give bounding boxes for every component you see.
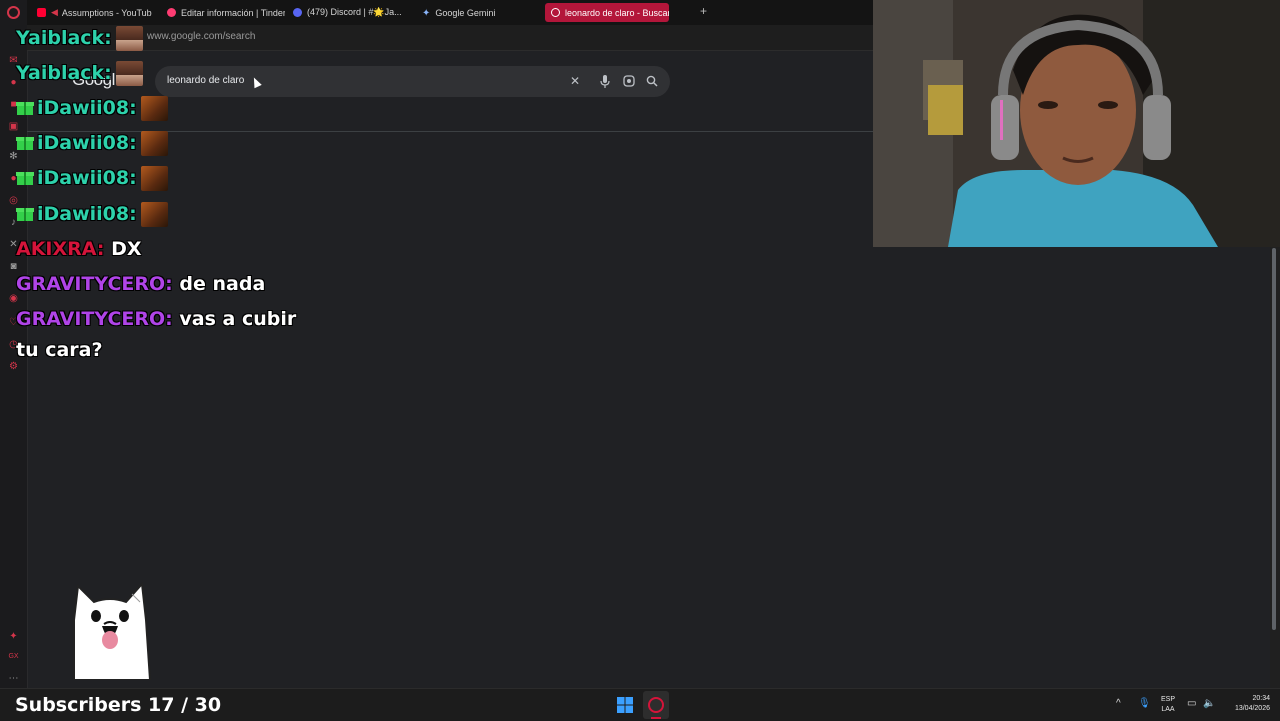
emote-image [115,26,143,51]
lens-icon[interactable] [622,74,636,88]
gift-badge-icon [16,133,34,150]
chat-message: Yaiblack: [16,26,143,51]
chat-message: AKIXRA: DX [16,238,141,260]
chat-message: GRAVITYCERO: vas a cubir [16,308,296,330]
more-icon[interactable]: ⋯ [7,672,20,685]
chat-username: Yaiblack: [16,27,112,49]
speaker-icon[interactable]: ◀ [51,7,58,18]
chat-username: AKIXRA: [16,238,105,260]
opera-logo-icon[interactable] [7,6,20,19]
chat-username: iDawii08: [37,203,137,225]
chat-username: GRAVITYCERO: [16,308,173,330]
tinder-icon [167,8,176,17]
active-indicator [651,717,661,719]
chat-username: iDawii08: [37,167,137,189]
network-icon[interactable]: ▭ [1187,698,1196,709]
microphone-tray-icon[interactable]: 🎙 [1138,698,1151,709]
search-icon[interactable] [645,74,659,88]
settings-icon[interactable]: ⚙ [7,360,20,373]
emote-image [140,166,168,191]
new-tab-button[interactable]: + [700,4,707,18]
language-indicator[interactable]: ESP LAA [1157,695,1179,715]
opera-gx-icon [648,697,664,713]
clear-icon[interactable]: ✕ [568,74,582,88]
discord-icon[interactable]: ◙ [7,260,20,273]
webcam-feed [873,0,1280,247]
gemini-icon: ✦ [422,8,431,19]
windows-start-icon[interactable] [617,697,633,718]
emote-image [140,131,168,156]
chat-username: iDawii08: [37,132,137,154]
chat-username: Yaiblack: [16,62,112,84]
tab-youtube[interactable]: ◀ Assumptions - YouTub [37,3,152,22]
chat-text: de nada [179,273,266,295]
chat-text: tu cara? [16,339,103,361]
tab-bar: ◀ Assumptions - YouTub Editar informació… [27,0,873,25]
chat-message: iDawii08: [16,166,168,191]
address-bar[interactable]: www.google.com/search [27,25,873,51]
gx-corner-icon[interactable]: ✦ [7,630,20,643]
search-box[interactable]: leonardo de claro ✕ [155,66,670,97]
emote-image [115,61,143,86]
chat-message: GRAVITYCERO: de nada [16,273,265,295]
chat-message: iDawii08: [16,202,168,227]
chevron-up-icon[interactable]: ^ [1116,698,1121,709]
chat-message: iDawii08: [16,96,168,121]
chat-text: vas a cubir [179,308,297,330]
chat-username: iDawii08: [37,97,137,119]
subscriber-goal: Subscribers 17 / 30 [15,694,222,716]
microphone-icon[interactable] [598,74,612,88]
chat-message-continued: tu cara? [16,339,103,361]
tab-gemini[interactable]: ✦ Google Gemini [422,3,512,22]
url-text[interactable]: www.google.com/search [147,31,255,42]
chat-username: GRAVITYCERO: [16,273,173,295]
chat-text: DX [111,238,142,260]
loading-icon [551,8,560,17]
youtube-icon [37,8,46,17]
tab-discord[interactable]: (479) Discord | #🌟Ja... [293,3,406,22]
emote-image [140,202,168,227]
page-scrollbar[interactable] [1272,248,1276,630]
gift-badge-icon [16,168,34,185]
emote-image [140,96,168,121]
gift-badge-icon [16,98,34,115]
volume-icon[interactable]: 🔈 [1203,698,1215,709]
search-input[interactable]: leonardo de claro [167,75,244,86]
gx-icon[interactable]: GX [7,650,20,663]
discord-tab-icon [293,8,302,17]
chat-message: iDawii08: [16,131,168,156]
tab-google-search[interactable]: leonardo de claro - Buscar [545,3,669,22]
taskbar-opera-gx[interactable] [643,691,669,719]
chat-message: Yaiblack: [16,61,143,86]
tab-tinder[interactable]: Editar información | Tinder [167,3,285,22]
gift-badge-icon [16,204,34,221]
clock[interactable]: 20:34 13/04/2026 [1222,694,1270,714]
cat-mascot-icon [68,580,152,685]
